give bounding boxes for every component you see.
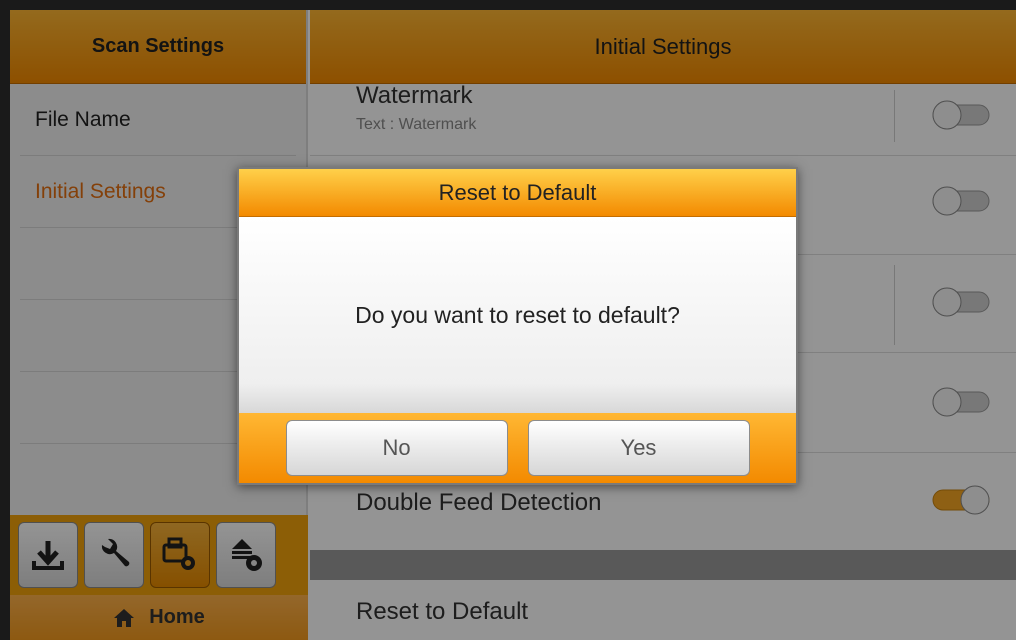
app-screen: Scan Settings File Name Initial Settings xyxy=(10,10,1016,640)
no-button[interactable]: No xyxy=(285,420,508,476)
reset-dialog: Reset to Default Do you want to reset to… xyxy=(237,167,798,485)
dialog-message: Do you want to reset to default? xyxy=(239,217,796,413)
dialog-title: Reset to Default xyxy=(239,169,796,217)
dialog-button-bar: No Yes xyxy=(239,413,796,483)
yes-button[interactable]: Yes xyxy=(527,420,750,476)
